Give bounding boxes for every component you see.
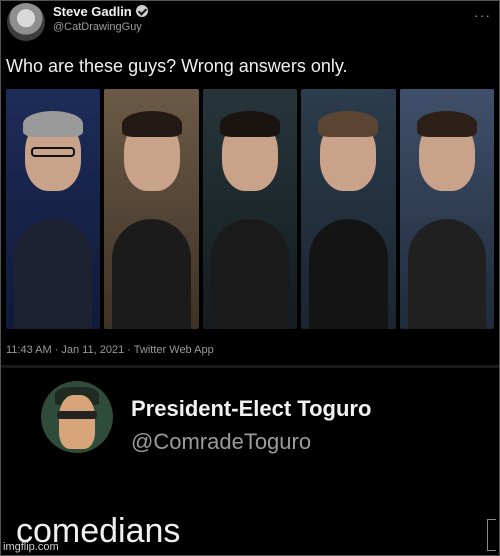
avatar[interactable]	[7, 3, 45, 41]
photo-hair	[318, 111, 379, 137]
reply-author-name[interactable]: President-Elect Toguro	[131, 396, 371, 422]
author-name-text[interactable]: Steve Gadlin	[53, 4, 132, 19]
avatar-face	[59, 395, 95, 449]
photo-body	[309, 219, 388, 329]
photo-hair	[220, 111, 281, 137]
photo-hair	[23, 111, 84, 137]
tweet-photo-grid[interactable]	[6, 89, 495, 329]
photo-person-4[interactable]	[301, 89, 396, 329]
glasses-icon	[31, 147, 76, 157]
tweet-timestamp[interactable]: 11:43 AM · Jan 11, 2021 · Twitter Web Ap…	[6, 344, 214, 356]
author-handle[interactable]: @CatDrawingGuy	[53, 21, 142, 33]
photo-body	[112, 219, 191, 329]
photo-hair	[416, 111, 477, 137]
photo-body	[14, 219, 93, 329]
watermark: imgflip.com	[3, 541, 59, 553]
corner-bracket	[487, 519, 496, 551]
tweet-text: Who are these guys? Wrong answers only.	[6, 56, 348, 76]
author-name[interactable]: Steve Gadlin	[53, 4, 148, 19]
photo-person-5[interactable]	[399, 89, 495, 329]
reply-avatar[interactable]	[41, 381, 113, 453]
more-options-icon[interactable]: ···	[474, 7, 491, 23]
sunglasses-icon	[57, 411, 97, 419]
photo-body	[210, 219, 290, 329]
reply-author-handle[interactable]: @ComradeToguro	[131, 429, 311, 455]
photo-person-1[interactable]	[6, 89, 101, 329]
divider	[1, 365, 499, 368]
photo-body	[407, 219, 487, 329]
photo-hair	[121, 111, 182, 137]
photo-person-2[interactable]	[104, 89, 199, 329]
verified-icon	[135, 5, 148, 17]
meme-frame: Steve Gadlin @CatDrawingGuy ··· Who are …	[0, 0, 500, 556]
photo-person-3[interactable]	[202, 89, 298, 329]
